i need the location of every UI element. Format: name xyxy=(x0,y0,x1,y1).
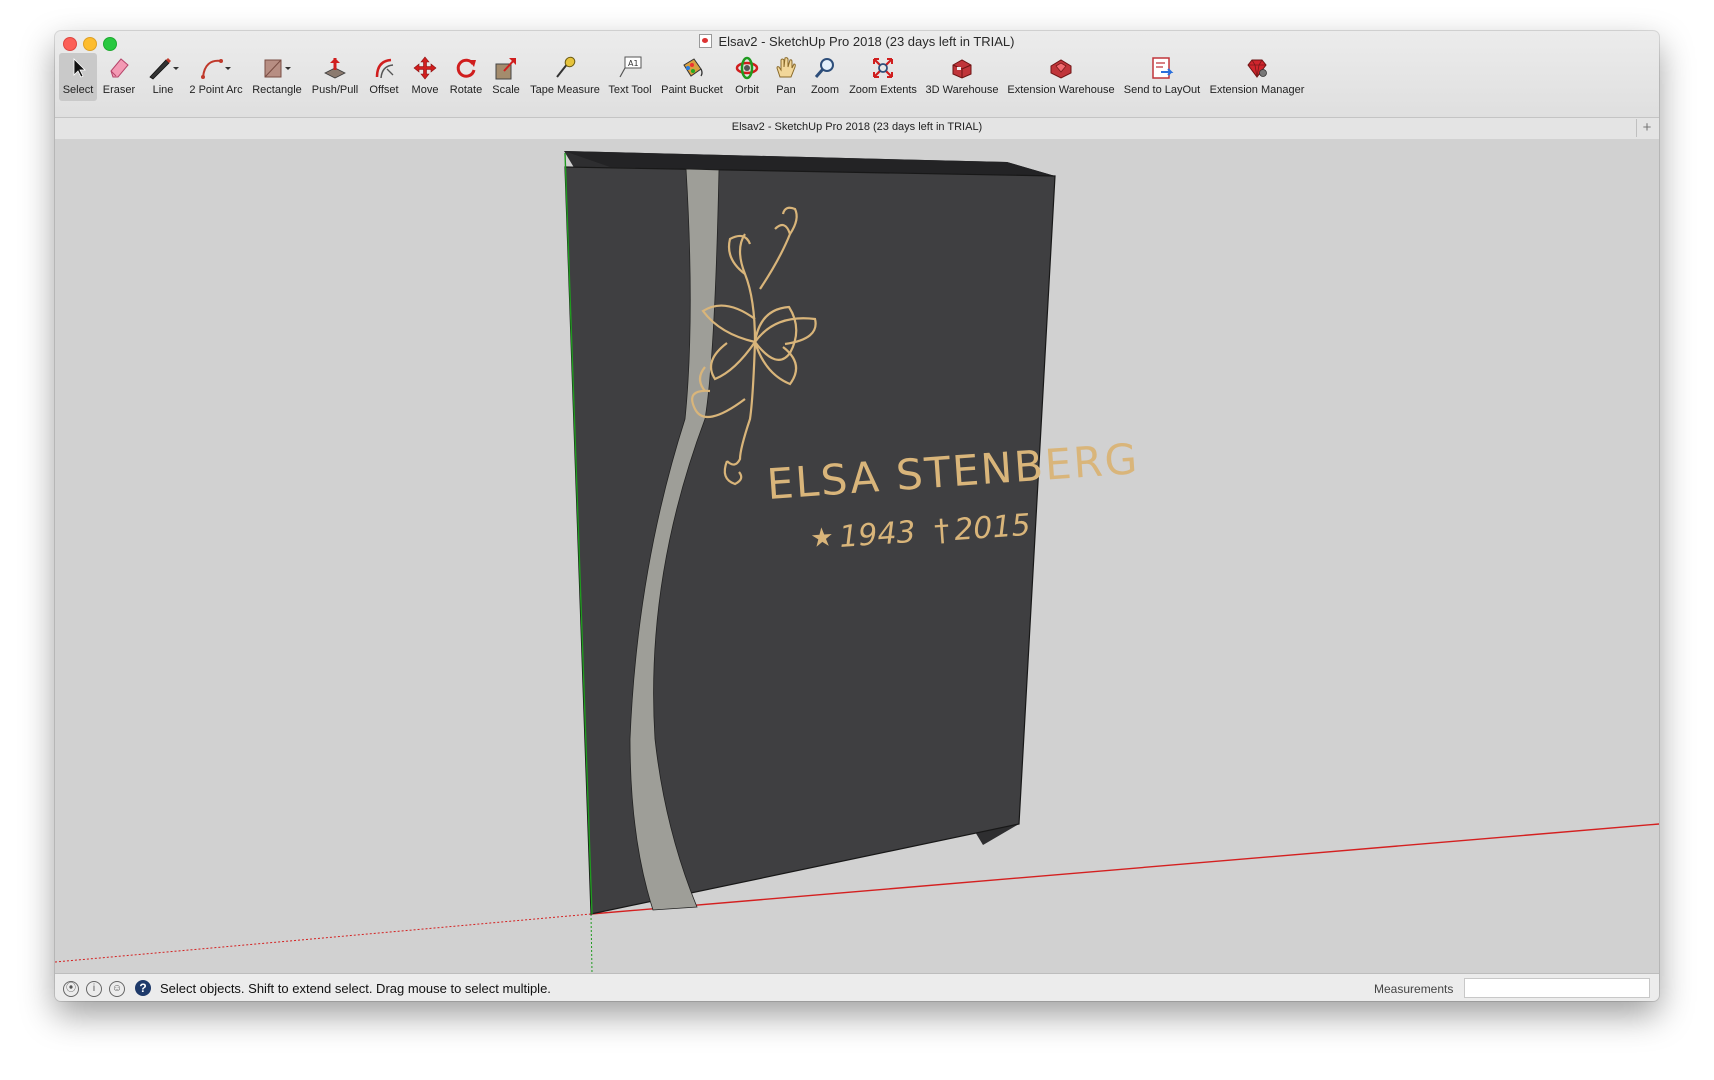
eraser-icon xyxy=(110,58,129,78)
tool-line[interactable]: Line xyxy=(143,53,183,101)
push-pull-icon xyxy=(324,58,346,79)
death-cross-icon: † xyxy=(933,513,950,549)
tool-zoom-extents[interactable]: Zoom Extents xyxy=(847,53,919,101)
help-icon[interactable]: ? xyxy=(135,980,151,996)
tool-scale[interactable]: Scale xyxy=(489,53,523,101)
tool-extension-warehouse[interactable]: Extension Warehouse xyxy=(1005,53,1117,101)
tool-label: Offset xyxy=(369,84,399,96)
arc-icon xyxy=(201,59,231,79)
tool-label: Push/Pull xyxy=(311,84,359,96)
tape-measure-icon xyxy=(556,56,576,78)
arrow-cursor-icon xyxy=(73,58,86,78)
tool-label: Text Tool xyxy=(608,84,652,96)
tool-send-to-layout[interactable]: Send to LayOut xyxy=(1121,53,1203,101)
tool-label: Scale xyxy=(492,84,520,96)
zoom-extents-icon xyxy=(873,58,893,78)
scale-icon xyxy=(495,58,516,80)
tool-2-point-arc[interactable]: 2 Point Arc xyxy=(187,53,245,101)
tool-label: Rectangle xyxy=(252,84,302,96)
tool-extension-manager[interactable]: Extension Manager xyxy=(1207,53,1307,101)
chevron-down-icon xyxy=(285,67,291,70)
tool-push-pull[interactable]: Push/Pull xyxy=(309,53,361,101)
tool-label: Tape Measure xyxy=(530,84,600,96)
sketchup-window: Elsav2 - SketchUp Pro 2018 (23 days left… xyxy=(55,31,1659,1001)
tool-label: Line xyxy=(152,84,174,96)
tool-eraser[interactable]: Eraser xyxy=(100,53,138,101)
window-title: Elsav2 - SketchUp Pro 2018 (23 days left… xyxy=(55,34,1659,49)
tool-label: Send to LayOut xyxy=(1123,84,1201,96)
plus-icon[interactable]: + xyxy=(1636,119,1657,137)
red-axis-negative xyxy=(55,913,592,963)
model-viewport[interactable]: ELSA STENBERG ★ 1943 † 2015 xyxy=(55,139,1659,974)
tool-label: Select xyxy=(62,84,94,96)
pencil-icon xyxy=(149,58,179,80)
tool-label: Zoom xyxy=(810,84,840,96)
text-tool-icon: A1 xyxy=(619,56,642,78)
scene-canvas[interactable]: ELSA STENBERG ★ 1943 † 2015 xyxy=(55,139,1659,974)
window-title-text: Elsav2 - SketchUp Pro 2018 (23 days left… xyxy=(718,34,1015,49)
geo-location-icon[interactable]: ⦿ xyxy=(63,981,79,997)
orbit-icon xyxy=(735,56,759,80)
chevron-down-icon xyxy=(225,67,231,70)
tool-tape-measure[interactable]: Tape Measure xyxy=(528,53,602,101)
tool-label: Move xyxy=(411,84,439,96)
tool-select[interactable]: Select xyxy=(59,53,97,101)
tool-offset[interactable]: Offset xyxy=(364,53,404,101)
hand-icon xyxy=(776,57,796,78)
engraved-death-year[interactable]: 2015 xyxy=(953,508,1032,548)
ruby-gem-icon xyxy=(1247,59,1267,78)
tool-orbit[interactable]: Orbit xyxy=(729,53,765,101)
extension-warehouse-icon xyxy=(1050,59,1072,79)
rectangle-icon xyxy=(264,59,291,78)
tool-pan[interactable]: Pan xyxy=(769,53,803,101)
tool-move[interactable]: Move xyxy=(407,53,443,101)
tool-label: Paint Bucket xyxy=(661,84,723,96)
engraved-birth-year[interactable]: 1943 xyxy=(838,515,917,555)
send-to-layout-icon xyxy=(1152,57,1174,79)
svg-text:A1: A1 xyxy=(628,59,639,68)
document-tab[interactable]: Elsav2 - SketchUp Pro 2018 (23 days left… xyxy=(55,121,1659,133)
tool-text[interactable]: A1 Text Tool xyxy=(605,53,655,101)
tool-rectangle[interactable]: Rectangle xyxy=(250,53,304,101)
tool-label: 2 Point Arc xyxy=(189,84,243,96)
paint-bucket-icon xyxy=(683,58,703,77)
move-arrows-icon xyxy=(413,56,437,80)
tool-rotate[interactable]: Rotate xyxy=(447,53,485,101)
measurements-input[interactable] xyxy=(1464,978,1650,998)
status-message: Select objects. Shift to extend select. … xyxy=(160,981,551,996)
chevron-down-icon xyxy=(173,67,179,70)
status-bar: ⦿ i ☺ ? Select objects. Shift to extend … xyxy=(55,973,1659,1001)
rotate-icon xyxy=(456,58,476,78)
tool-label: Eraser xyxy=(102,84,136,96)
magnifier-icon xyxy=(814,58,834,78)
tool-label: Extension Manager xyxy=(1209,84,1305,96)
tool-paint-bucket[interactable]: Paint Bucket xyxy=(658,53,726,101)
document-icon xyxy=(699,34,713,48)
credits-info-icon[interactable]: i xyxy=(86,981,102,997)
tool-label: Orbit xyxy=(735,84,759,96)
green-axis-negative xyxy=(590,913,593,974)
tool-label: Extension Warehouse xyxy=(1007,84,1115,96)
tool-3d-warehouse[interactable]: 3D Warehouse xyxy=(923,53,1001,101)
tool-label: Zoom Extents xyxy=(849,84,917,96)
tool-zoom[interactable]: Zoom xyxy=(807,53,843,101)
birth-star-icon: ★ xyxy=(809,522,834,554)
document-tab-bar: Elsav2 - SketchUp Pro 2018 (23 days left… xyxy=(55,117,1659,139)
warehouse-icon xyxy=(952,59,972,79)
tool-label: Pan xyxy=(776,84,796,96)
measurements-label: Measurements xyxy=(1374,982,1454,996)
tool-label: 3D Warehouse xyxy=(925,84,999,96)
offset-icon xyxy=(375,58,394,79)
user-account-icon[interactable]: ☺ xyxy=(109,981,125,997)
tool-label: Rotate xyxy=(449,84,483,96)
title-bar: Elsav2 - SketchUp Pro 2018 (23 days left… xyxy=(55,31,1659,139)
